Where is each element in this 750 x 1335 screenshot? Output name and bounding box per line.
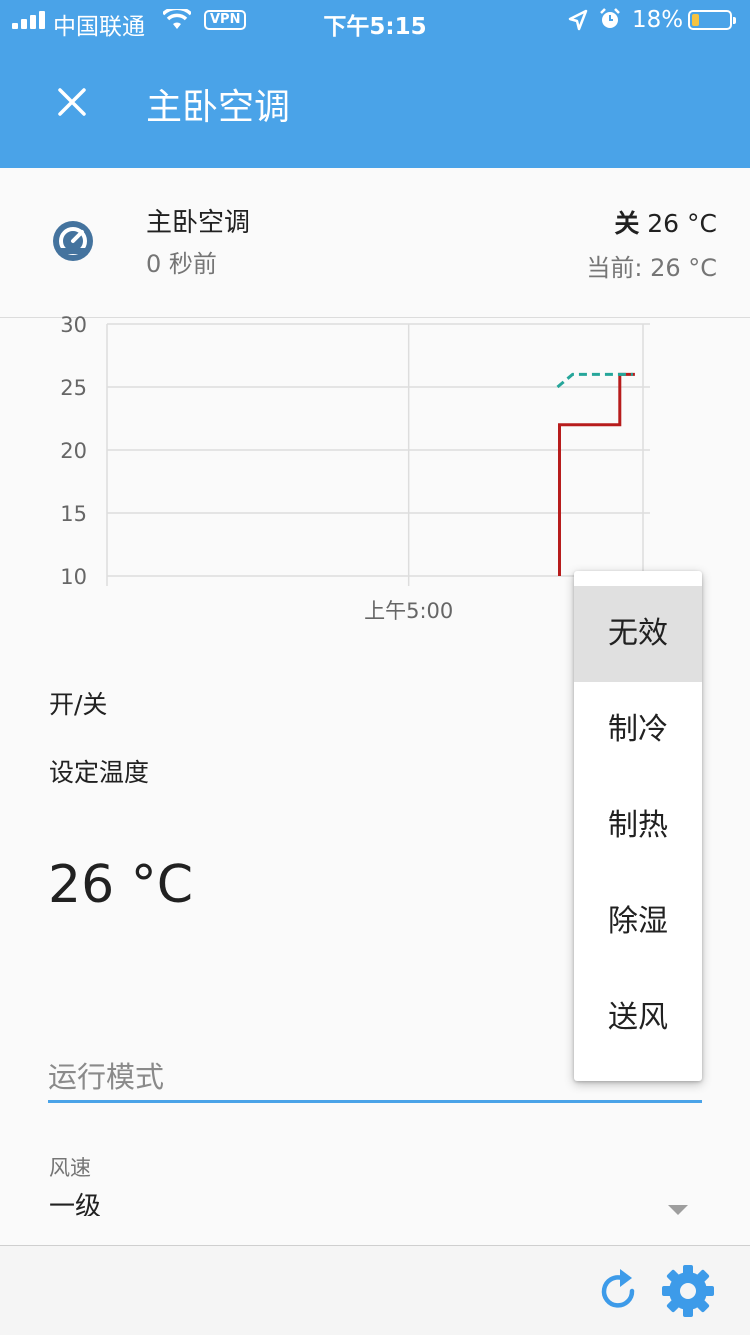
gear-icon[interactable] <box>661 1264 715 1318</box>
refresh-icon[interactable] <box>598 1267 642 1315</box>
y-tick-label: 25 <box>60 376 87 400</box>
fan-speed-label: 风速 <box>49 1156 91 1180</box>
entity-header[interactable]: 主卧空调 0 秒前 关 26 °C 当前: 26 °C <box>0 168 750 318</box>
x-tick-label: 上午5:00 <box>364 599 453 623</box>
location-icon <box>568 9 588 31</box>
mode-option-fan[interactable]: 送风 <box>574 970 702 1066</box>
battery-percent: 18% <box>632 7 684 33</box>
y-tick-label: 10 <box>60 565 87 589</box>
mode-option-heat[interactable]: 制热 <box>574 778 702 874</box>
y-tick-label: 30 <box>60 313 87 337</box>
status-bar: 中国联通 VPN 下午5:15 18% <box>0 0 750 40</box>
power-label: 开/关 <box>49 690 108 719</box>
entity-name: 主卧空调 <box>146 208 251 238</box>
y-tick-label: 20 <box>60 439 87 463</box>
set-temp-value: 26 °C <box>48 855 194 915</box>
dropdown-arrow-icon[interactable] <box>668 1205 688 1215</box>
set-temp-label: 设定温度 <box>49 758 150 787</box>
entity-state: 关 26 °C <box>614 204 717 240</box>
target-temperature: 26 °C <box>647 209 717 238</box>
series-line <box>558 372 635 576</box>
thermostat-icon <box>53 221 93 261</box>
last-changed: 0 秒前 <box>146 250 217 278</box>
mode-option-dry[interactable]: 除湿 <box>574 874 702 970</box>
state-label: 关 <box>614 209 640 238</box>
mode-dropdown-menu: 无效 制冷 制热 除湿 送风 <box>574 571 702 1081</box>
mode-option-none[interactable]: 无效 <box>574 586 702 682</box>
fan-speed-select[interactable]: 一级 <box>49 1186 101 1216</box>
y-tick-label: 15 <box>60 502 87 526</box>
alarm-icon <box>600 8 620 28</box>
mode-select-label: 运行模式 <box>48 1060 165 1094</box>
mode-option-cool[interactable]: 制冷 <box>574 682 702 778</box>
footer-bar <box>0 1245 750 1335</box>
battery-icon <box>688 10 736 30</box>
series-line <box>556 372 633 389</box>
app-header: 中国联通 VPN 下午5:15 18% 主卧空调 <box>0 0 750 168</box>
current-temperature: 当前: 26 °C <box>586 254 717 282</box>
page-title: 主卧空调 <box>146 87 291 128</box>
close-icon[interactable] <box>52 82 92 122</box>
